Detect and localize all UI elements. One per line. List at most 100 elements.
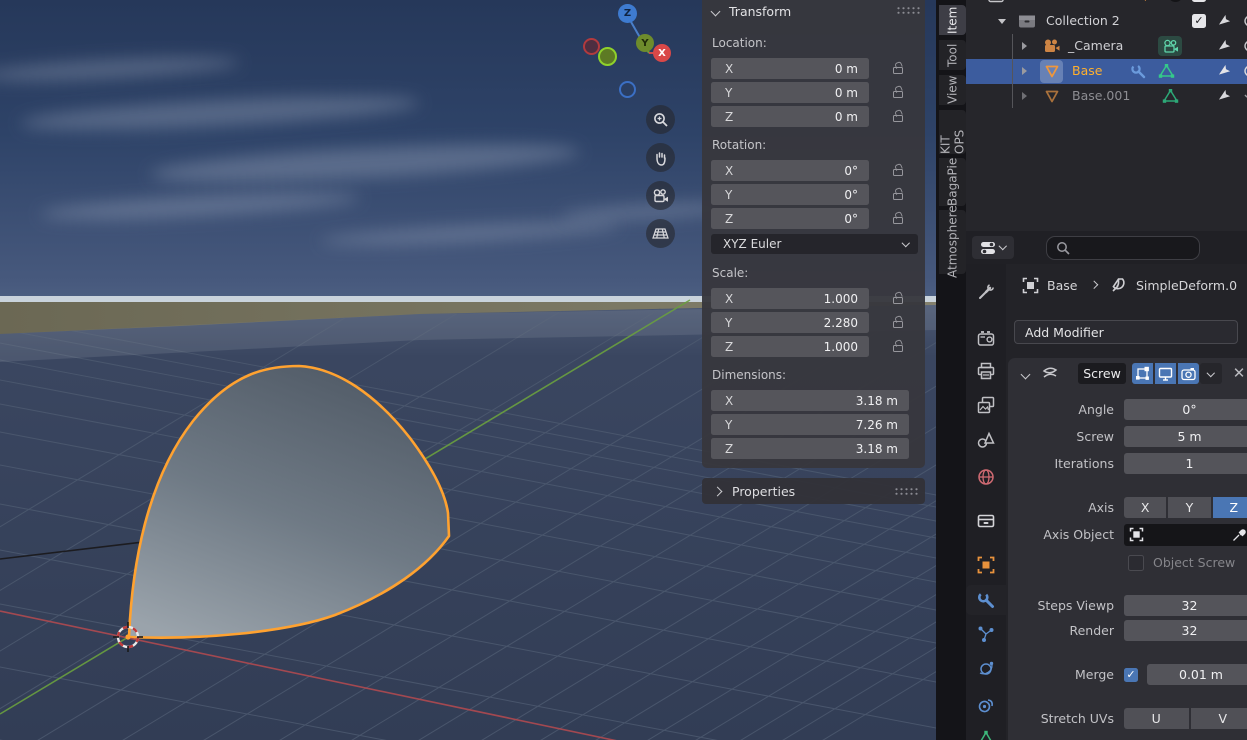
eye-icon[interactable] [1240, 40, 1247, 52]
add-modifier-button[interactable]: Add Modifier [1014, 320, 1238, 344]
panel-grip-icon[interactable] [894, 487, 918, 495]
tab-kit-ops[interactable]: KIT OPS [939, 110, 967, 154]
properties-collapsed-panel[interactable]: Properties [702, 478, 925, 504]
rotation-z-field[interactable]: Z 0° [711, 208, 869, 229]
dimensions-y-field[interactable]: Y 7.26 m [711, 414, 909, 435]
scale-y-field[interactable]: Y 2.280 [711, 312, 869, 333]
disclosure-down-icon[interactable] [998, 19, 1006, 24]
scale-z-field[interactable]: Z 1.000 [711, 336, 869, 357]
panel-grip-icon[interactable] [896, 6, 920, 14]
checkbox-checked[interactable]: ✓ [1192, 0, 1206, 2]
gizmo-y-axis[interactable]: Y [636, 34, 654, 52]
editor-type-button[interactable] [972, 236, 1014, 259]
transform-panel-header[interactable]: Transform [702, 0, 925, 22]
location-y-field[interactable]: Y0 m [711, 82, 869, 103]
checkbox-checked[interactable]: ✓ [1192, 14, 1206, 28]
render-properties-tab-icon[interactable] [977, 330, 995, 348]
outliner-row-camera[interactable]: _Camera [966, 34, 1247, 59]
tab-atmosphere[interactable]: Atmosphere [939, 206, 966, 278]
scale-x-field[interactable]: X 1.000 [711, 288, 869, 309]
lock-icon[interactable] [892, 188, 904, 200]
eye-icon[interactable] [1240, 65, 1247, 77]
tab-bagapie[interactable]: BagaPie [939, 158, 966, 206]
gizmo-neg-x-axis[interactable] [583, 38, 600, 55]
collection-properties-tab-icon[interactable] [977, 511, 995, 529]
modifier-name-field[interactable]: Screw [1078, 363, 1126, 384]
gizmo-neg-y-axis[interactable] [598, 47, 617, 66]
selectability-arrow-icon[interactable] [1218, 39, 1232, 53]
physics-properties-tab-icon[interactable] [977, 660, 995, 678]
merge-distance-field[interactable]: 0.01 m [1147, 664, 1247, 685]
constraint-properties-tab-icon[interactable] [977, 696, 995, 714]
rotation-x-field[interactable]: X 0° [711, 160, 869, 181]
tab-item[interactable]: Item [939, 5, 966, 35]
gizmo-neg-z-axis[interactable] [619, 81, 636, 98]
disclosure-right-icon[interactable] [1022, 67, 1027, 75]
remove-modifier-button[interactable]: ✕ [1230, 362, 1247, 384]
lock-icon[interactable] [892, 340, 904, 352]
lock-icon[interactable] [892, 62, 904, 74]
gizmo-x-axis[interactable]: X [653, 44, 671, 62]
modifier-extras-dropdown[interactable] [1200, 363, 1222, 384]
pan-button[interactable] [646, 143, 675, 172]
selectability-arrow-icon[interactable] [1218, 89, 1232, 103]
rotation-mode-dropdown[interactable]: XYZ Euler [711, 234, 918, 254]
lock-icon[interactable] [892, 292, 904, 304]
outliner-row-collection-2[interactable]: Collection 2 ✓ [966, 9, 1247, 34]
axis-y-button[interactable]: Y [1168, 497, 1211, 518]
stretch-u-button[interactable]: U [1124, 708, 1189, 729]
stretch-v-button[interactable]: V [1190, 708, 1247, 729]
dimensions-z-field[interactable]: Z 3.18 m [711, 438, 909, 459]
breadcrumb-modifier[interactable]: SimpleDeform.0 [1136, 278, 1237, 293]
gizmo-z-axis[interactable]: Z [618, 4, 637, 23]
rotation-y-field[interactable]: Y 0° [711, 184, 869, 205]
merge-checkbox[interactable]: ✓ [1124, 667, 1138, 682]
navigation-gizmo[interactable]: Z Y X [575, 0, 695, 105]
grid-ortho-button[interactable] [646, 219, 675, 248]
screw-field[interactable]: 5 m [1124, 426, 1247, 447]
outliner-row-collection-partial[interactable]: Collection 2 ✓ [966, 0, 1247, 8]
screw-modifier-header[interactable]: Screw ✕ [1008, 358, 1247, 390]
lock-icon[interactable] [892, 86, 904, 98]
selectability-arrow-icon[interactable] [1218, 14, 1232, 28]
modifier-properties-tab-icon[interactable] [977, 591, 995, 609]
scene-properties-tab-icon[interactable] [977, 431, 995, 449]
tool-properties-tab-icon[interactable] [977, 283, 995, 301]
world-properties-tab-icon[interactable] [977, 468, 995, 486]
axis-x-button[interactable]: X [1124, 497, 1167, 518]
steps-viewport-field[interactable]: 32 [1124, 595, 1247, 616]
search-input[interactable] [1046, 236, 1200, 260]
location-x-field[interactable]: X0 m [711, 58, 869, 79]
dimensions-x-field[interactable]: X 3.18 m [711, 390, 909, 411]
disclosure-right-icon[interactable] [1022, 92, 1027, 100]
outliner-row-base[interactable]: Base [966, 59, 1247, 84]
render-steps-field[interactable]: 32 [1124, 620, 1247, 641]
eye-closed-icon[interactable] [1240, 92, 1247, 102]
location-z-field[interactable]: Z0 m [711, 106, 869, 127]
angle-field[interactable]: 0° [1124, 399, 1247, 420]
object-properties-tab-icon[interactable] [977, 556, 995, 574]
eyedropper-icon[interactable] [1232, 527, 1247, 542]
eye-icon[interactable] [1240, 15, 1247, 27]
view-layer-properties-tab-icon[interactable] [977, 396, 995, 414]
disclosure-right-icon[interactable] [1022, 42, 1027, 50]
camera-view-button[interactable] [646, 181, 675, 210]
particle-properties-tab-icon[interactable] [977, 625, 995, 643]
axis-object-field[interactable] [1124, 523, 1247, 546]
lock-icon[interactable] [892, 212, 904, 224]
render-display-toggle[interactable] [1178, 363, 1199, 384]
data-properties-tab-icon[interactable] [977, 730, 995, 740]
tab-view[interactable]: View [939, 75, 966, 105]
object-screw-checkbox[interactable] [1128, 554, 1144, 571]
outliner-row-base-001[interactable]: Base.001 [966, 84, 1247, 109]
output-properties-tab-icon[interactable] [977, 362, 995, 380]
selectability-arrow-icon[interactable] [1218, 64, 1232, 78]
lock-icon[interactable] [892, 110, 904, 122]
iterations-field[interactable]: 1 [1124, 453, 1247, 474]
lock-icon[interactable] [892, 316, 904, 328]
lock-icon[interactable] [892, 164, 904, 176]
selectability-arrow-icon[interactable] [1218, 0, 1232, 2]
zoom-button[interactable] [646, 105, 675, 134]
tab-tool[interactable]: Tool [939, 40, 966, 70]
edit-mode-display-toggle[interactable] [1132, 363, 1153, 384]
